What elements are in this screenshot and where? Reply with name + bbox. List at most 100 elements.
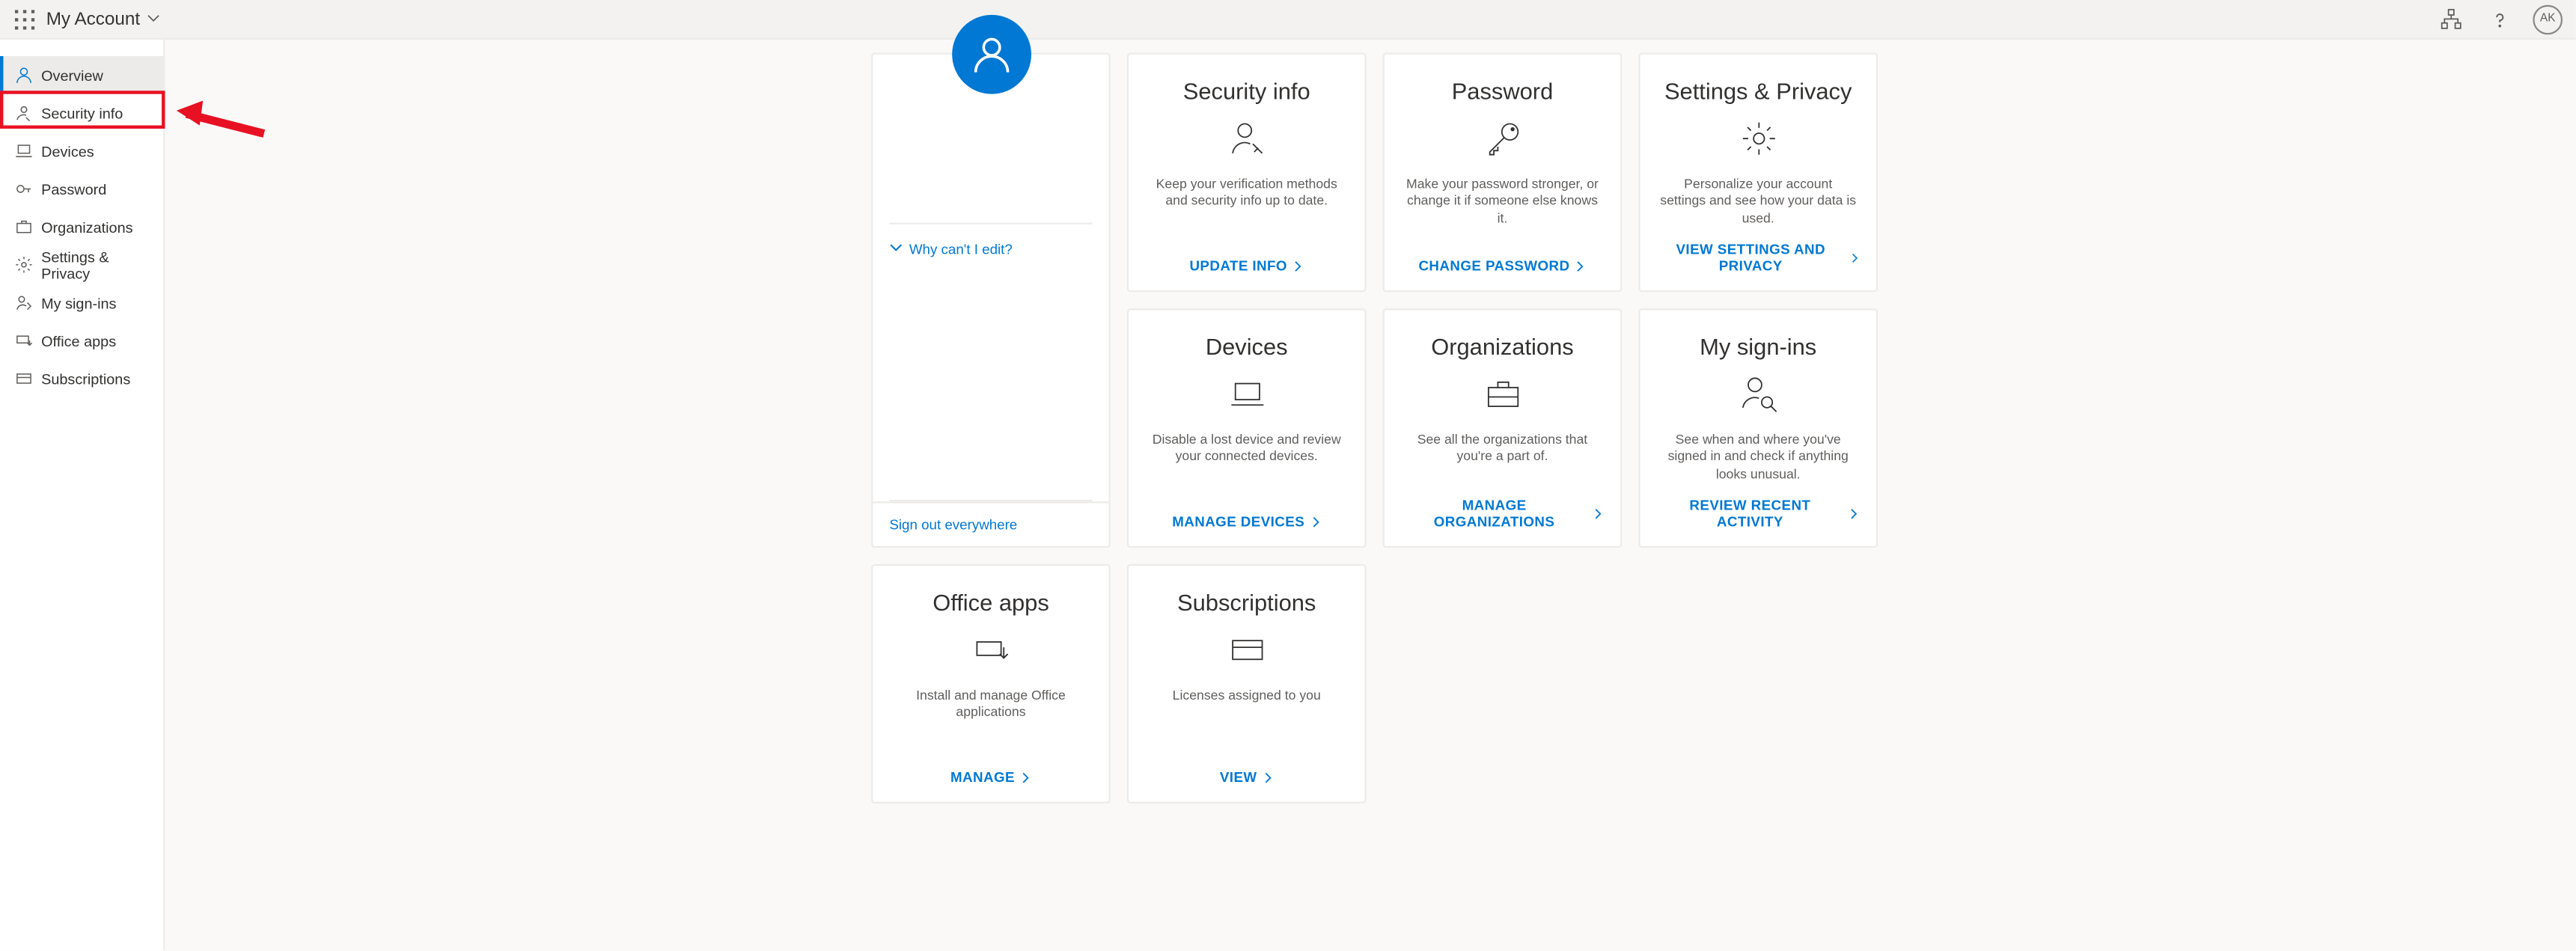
card-title: My sign-ins xyxy=(1700,333,1816,359)
card-desc: Licenses assigned to you xyxy=(1169,688,1324,724)
sidebar-item-office-apps[interactable]: Office apps xyxy=(0,322,163,360)
password-key-icon xyxy=(13,179,33,198)
action-label: MANAGE xyxy=(950,768,1015,785)
action-label: MANAGE ORGANIZATIONS xyxy=(1401,497,1587,530)
view-subscriptions-link[interactable]: VIEW xyxy=(1220,768,1274,785)
main-content: Why can't I edit? Sign out everywhere Se… xyxy=(165,40,2575,950)
org-tree-icon[interactable] xyxy=(2434,2,2467,35)
card-organizations: Organizations See all the organizations … xyxy=(1383,308,1623,548)
chevron-right-icon xyxy=(1593,507,1604,519)
card-security-info: Security info Keep your verification met… xyxy=(1127,53,1367,293)
chevron-down-icon xyxy=(147,9,160,28)
profile-avatar-icon xyxy=(951,15,1031,94)
chevron-right-icon xyxy=(1849,251,1859,263)
card-desc: Make your password stronger, or change i… xyxy=(1401,177,1604,228)
sidebar-item-label: My sign-ins xyxy=(41,295,116,311)
review-activity-link[interactable]: REVIEW RECENT ACTIVITY xyxy=(1657,497,1860,530)
sidebar-nav: Overview Security info Devices Password … xyxy=(0,40,165,950)
sidebar-item-subscriptions[interactable]: Subscriptions xyxy=(0,360,163,398)
card-title: Password xyxy=(1452,78,1554,104)
key-icon xyxy=(13,103,33,123)
sidebar-item-organizations[interactable]: Organizations xyxy=(0,208,163,246)
action-label: VIEW xyxy=(1220,768,1257,785)
sidebar-item-overview[interactable]: Overview xyxy=(0,56,163,94)
sidebar-item-label: Subscriptions xyxy=(41,370,130,387)
card-title: Subscriptions xyxy=(1177,589,1316,615)
card-title: Security info xyxy=(1183,78,1310,104)
chevron-right-icon xyxy=(1310,516,1321,527)
chevron-right-icon xyxy=(1020,771,1031,783)
chevron-right-icon xyxy=(1575,260,1586,271)
person-search-icon xyxy=(1737,370,1780,419)
change-password-link[interactable]: CHANGE PASSWORD xyxy=(1418,257,1586,274)
card-devices: Devices Disable a lost device and review… xyxy=(1127,308,1367,548)
chevron-right-icon xyxy=(1262,771,1273,783)
credit-card-icon xyxy=(1225,626,1268,675)
sidebar-item-devices[interactable]: Devices xyxy=(0,132,163,170)
person-edit-icon xyxy=(1225,114,1268,163)
sidebar-item-label: Office apps xyxy=(41,332,116,349)
sidebar-item-label: Password xyxy=(41,180,106,197)
sidebar-item-label: Organizations xyxy=(41,218,132,235)
card-my-signins: My sign-ins See when and where you've si… xyxy=(1638,308,1878,548)
card-title: Office apps xyxy=(933,589,1049,615)
card-settings-privacy: Settings & Privacy Personalize your acco… xyxy=(1638,53,1878,293)
sidebar-item-label: Settings & Privacy xyxy=(41,248,150,281)
sidebar-item-security-info[interactable]: Security info xyxy=(0,94,163,132)
view-settings-privacy-link[interactable]: VIEW SETTINGS AND PRIVACY xyxy=(1657,241,1860,274)
why-edit-label: Why can't I edit? xyxy=(909,241,1013,257)
card-desc: Personalize your account settings and se… xyxy=(1657,177,1860,228)
action-label: VIEW SETTINGS AND PRIVACY xyxy=(1657,241,1845,274)
gear-large-icon xyxy=(1737,114,1780,163)
card-desc: See all the organizations that you're a … xyxy=(1401,432,1604,469)
signin-icon xyxy=(13,293,33,312)
briefcase-large-icon xyxy=(1481,370,1524,419)
app-title-dropdown[interactable]: My Account xyxy=(46,9,160,28)
sidebar-item-my-signins[interactable]: My sign-ins xyxy=(0,284,163,322)
card-title: Organizations xyxy=(1431,333,1573,359)
download-icon xyxy=(13,331,33,350)
card-icon xyxy=(13,369,33,388)
manage-organizations-link[interactable]: MANAGE ORGANIZATIONS xyxy=(1401,497,1604,530)
account-avatar[interactable]: AK xyxy=(2533,4,2563,34)
card-password: Password Make your password stronger, or… xyxy=(1383,53,1623,293)
app-launcher-icon[interactable] xyxy=(13,7,37,31)
why-cant-i-edit-link[interactable]: Why can't I edit? xyxy=(873,224,1108,274)
avatar-initials: AK xyxy=(2540,13,2556,25)
manage-devices-link[interactable]: MANAGE DEVICES xyxy=(1172,513,1321,530)
gear-icon xyxy=(13,255,33,275)
app-header: My Account AK xyxy=(0,0,2576,40)
sidebar-item-password[interactable]: Password xyxy=(0,170,163,208)
sidebar-item-settings-privacy[interactable]: Settings & Privacy xyxy=(0,246,163,284)
laptop-icon xyxy=(13,141,33,161)
action-label: REVIEW RECENT ACTIVITY xyxy=(1657,497,1844,530)
sidebar-item-label: Security info xyxy=(41,105,123,121)
card-desc: Install and manage Office applications xyxy=(889,688,1092,724)
install-icon xyxy=(969,626,1012,675)
sidebar-item-label: Devices xyxy=(41,143,94,159)
card-title: Settings & Privacy xyxy=(1664,78,1852,104)
help-icon[interactable] xyxy=(2483,2,2516,35)
card-subscriptions: Subscriptions Licenses assigned to you V… xyxy=(1127,564,1367,804)
manage-office-link[interactable]: MANAGE xyxy=(950,768,1031,785)
card-desc: Keep your verification methods and secur… xyxy=(1145,177,1348,213)
action-label: UPDATE INFO xyxy=(1189,257,1287,274)
chevron-down-icon xyxy=(889,241,903,257)
key-large-icon xyxy=(1481,114,1524,163)
card-office-apps: Office apps Install and manage Office ap… xyxy=(871,564,1111,804)
app-title-label: My Account xyxy=(46,9,140,28)
sign-out-everywhere-link[interactable]: Sign out everywhere xyxy=(873,501,1108,546)
laptop-large-icon xyxy=(1225,370,1268,419)
person-icon xyxy=(13,65,33,85)
update-info-link[interactable]: UPDATE INFO xyxy=(1189,257,1304,274)
action-label: CHANGE PASSWORD xyxy=(1418,257,1569,274)
chevron-right-icon xyxy=(1292,260,1304,271)
signout-label: Sign out everywhere xyxy=(889,516,1017,533)
card-desc: See when and where you've signed in and … xyxy=(1657,432,1860,484)
action-label: MANAGE DEVICES xyxy=(1172,513,1304,530)
card-title: Devices xyxy=(1206,333,1288,359)
briefcase-icon xyxy=(13,217,33,236)
sidebar-item-label: Overview xyxy=(41,67,103,83)
card-desc: Disable a lost device and review your co… xyxy=(1145,432,1348,469)
chevron-right-icon xyxy=(1849,507,1860,519)
